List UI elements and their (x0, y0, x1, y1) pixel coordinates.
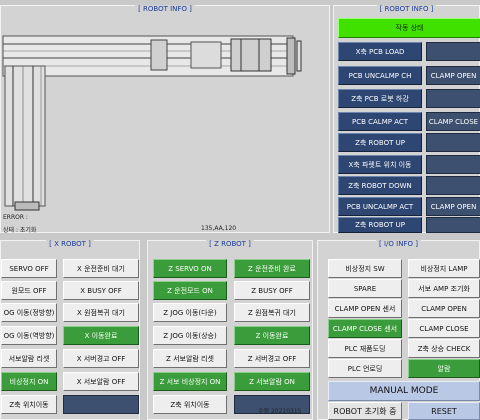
panel-title: [ X ROBOT ] (46, 240, 94, 248)
z-alarm-status: Z 서보알람 ON (234, 372, 310, 391)
panel-title: [ Z ROBOT ] (206, 240, 254, 248)
x-alarm-status: X 서보알람 OFF (63, 372, 139, 391)
x-jog-reverse-button[interactable]: OG 이동(역방향) (1, 326, 57, 345)
io-estop-switch: 비상정지 SW (328, 259, 402, 278)
seq-step-x-pallet-move[interactable]: X축 파렛트 위치 이동 (338, 155, 422, 174)
seq-step-z-robot-up[interactable]: Z축 ROBOT UP (338, 133, 422, 152)
io-clamp-open: CLAMP OPEN (408, 299, 480, 318)
robot-gantry-diagram (2, 35, 302, 211)
error-label: ERROR : (3, 214, 28, 221)
x-ready-status: X 운전준비 대기 (63, 259, 139, 278)
io-z-up-check: Z축 상승 CHECK (408, 339, 480, 358)
x-alarm-reset-button[interactable]: 서보알람 리셋 (1, 349, 57, 368)
x-servo-button[interactable]: SERVO OFF (1, 259, 57, 278)
io-estop-lamp: 비상정지 LAMP (408, 259, 480, 278)
z-jog-up-button[interactable]: Z JOG 이동(상승) (153, 326, 227, 345)
x-position-move-button[interactable]: Z축 위치이동 (1, 395, 57, 414)
robot-diagram-panel: [ ROBOT INFO ] ERROR : 상태 : 초기화 135,AA,1… (0, 5, 330, 234)
io-clamp-close: CLAMP CLOSE (408, 319, 480, 338)
z-servo-button[interactable]: Z SERVO ON (153, 259, 227, 278)
seq-step-x-pcb-load[interactable]: X축 PCB LOAD (338, 42, 422, 61)
x-jog-forward-button[interactable]: OG 이동(정방향) (1, 303, 57, 322)
panel-title: [ I/O INFO ] (376, 240, 421, 248)
seq-step-z-pcb-down[interactable]: Z축 PCB 로봇 하강 (338, 89, 422, 108)
x-position-indicator (63, 395, 139, 414)
seq-indicator (426, 133, 480, 152)
io-spare: SPARE (328, 279, 402, 298)
z-warning-status: Z 서버경고 OFF (234, 349, 310, 368)
z-busy-status: Z BUSY OFF (234, 281, 310, 300)
z-mode-button[interactable]: Z 운전모드 ON (153, 281, 227, 300)
reset-button[interactable]: RESET (408, 402, 480, 420)
z-move-complete-status: Z 이동완료 (234, 326, 310, 345)
io-clamp-close-sensor: CLAMP CLOSE 센서 (328, 319, 402, 338)
x-robot-panel: [ X ROBOT ] SERVO OFF X 운전준비 대기 원모드 OFF … (0, 240, 140, 420)
x-move-complete-status: X 이동완료 (63, 326, 139, 345)
x-mode-button[interactable]: 원모드 OFF (1, 281, 57, 300)
z-jog-down-button[interactable]: Z JOG 이동(다운) (153, 303, 227, 322)
seq-indicator (426, 176, 480, 195)
z-robot-panel: [ Z ROBOT ] Z SERVO ON Z 운전준비 완료 Z 운전모드 … (147, 240, 313, 420)
version-label: 수정 20210315 (258, 408, 302, 415)
x-warning-status: X 서버경고 OFF (63, 349, 139, 368)
seq-step-z-robot-up-2[interactable]: Z축 ROBOT UP (338, 217, 422, 233)
io-clamp-open-sensor: CLAMP OPEN 센서 (328, 299, 402, 318)
robot-sequence-panel: [ ROBOT INFO ] 작동 상태 X축 PCB LOAD PCB UNC… (333, 5, 480, 233)
x-home-status: X 원점복귀 대기 (63, 303, 139, 322)
robot-init-button[interactable]: ROBOT 초기화 중 (328, 402, 402, 420)
seq-indicator (426, 155, 480, 174)
seq-indicator: CLAMP OPEN (426, 66, 480, 85)
io-servo-amp-init: 서보 AMP 조기화 (408, 279, 480, 298)
seq-step-z-robot-down[interactable]: Z축 ROBOT DOWN (338, 176, 422, 195)
z-position-move-button[interactable]: Z축 위치이동 (153, 395, 227, 414)
x-estop-button[interactable]: 비상정지 ON (1, 372, 57, 391)
z-alarm-reset-button[interactable]: Z 서보알람 리셋 (153, 349, 227, 368)
io-alarm: 알람 (408, 359, 480, 378)
seq-indicator: CLAMP OPEN (426, 197, 480, 216)
io-info-panel: [ I/O INFO ] 비상정지 SW 비상정지 LAMP SPARE 서보 … (317, 240, 480, 420)
seq-indicator (426, 217, 480, 233)
coordinate-readout: 135,AA,120 (201, 225, 237, 232)
io-plc-unloading: PLC 언로딩 (328, 359, 402, 378)
seq-step-pcb-clamp-act[interactable]: PCB CALMP ACT (338, 112, 422, 131)
z-ready-status: Z 운전준비 완료 (234, 259, 310, 278)
seq-indicator: CLAMP CLOSE (426, 112, 480, 131)
seq-indicator (426, 42, 480, 61)
seq-step-pcb-unclamp-ch[interactable]: PCB UNCALMP CH (338, 66, 422, 85)
z-home-status: Z 원점복귀 대기 (234, 303, 310, 322)
status-indicator: 작동 상태 (338, 18, 480, 38)
panel-title: [ ROBOT INFO ] (376, 5, 437, 13)
state-label: 상태 : 초기화 (3, 227, 37, 234)
seq-step-pcb-unclamp-act[interactable]: PCB UNCALMP ACT (338, 197, 422, 216)
x-busy-status: X BUSY OFF (63, 281, 139, 300)
manual-mode-indicator: MANUAL MODE (328, 381, 480, 401)
seq-indicator (426, 89, 480, 108)
z-estop-button[interactable]: Z 서보 비상정지 ON (153, 372, 227, 391)
io-plc-loading: PLC 재품도딩 (328, 339, 402, 358)
